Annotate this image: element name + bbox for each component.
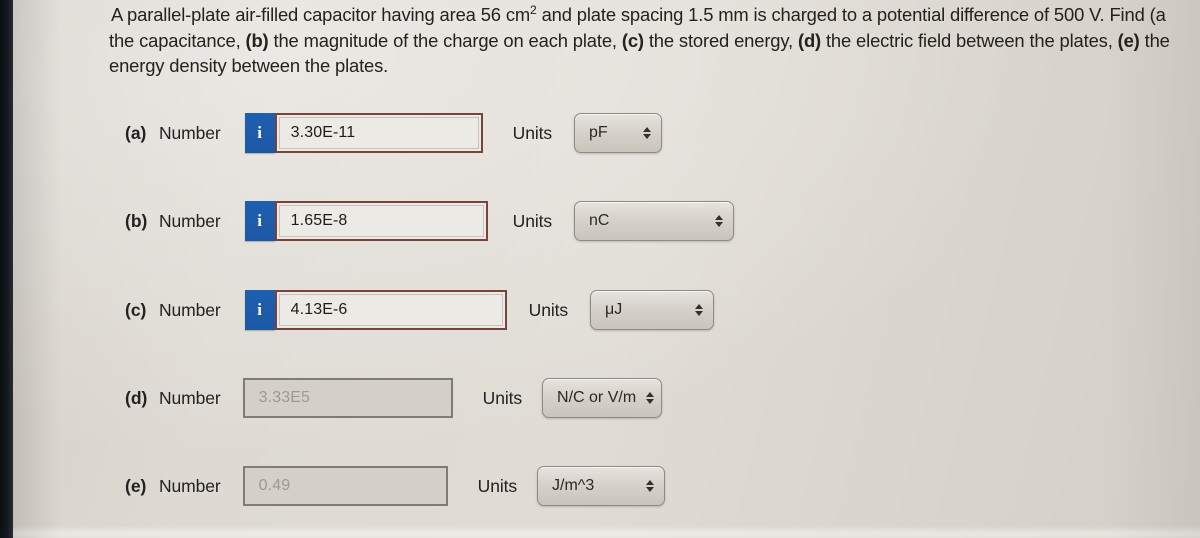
answer-row-e-units-value: J/m^3 (552, 477, 595, 494)
answer-row-c-number-label: Number (159, 299, 221, 320)
question-line-2-text-e: the (1139, 29, 1170, 51)
answer-row-d-units-label: Units (482, 387, 523, 408)
answer-row-c-units-select[interactable]: μJ (590, 290, 715, 330)
answer-row-c-units-value: μJ (605, 301, 623, 318)
answer-row-e-letter: (e) (125, 475, 147, 496)
answer-row-e-units-select[interactable]: J/m^3 (537, 466, 666, 506)
answer-row-d-units-value: N/C or V/m (557, 389, 637, 406)
answer-row-b-number-input[interactable]: 1.65E-8 (274, 201, 488, 241)
answer-row-d-number-label: Number (159, 387, 221, 408)
spinner-arrows-icon (715, 215, 724, 227)
answer-row-e-number-input[interactable]: 0.49 (242, 466, 448, 506)
question-line-2-text-a: the capacitance, (109, 29, 246, 51)
photograph-of-screen: A parallel-plate air-filled capacitor ha… (0, 0, 1200, 538)
question-line-2-text-c: the stored energy, (643, 29, 798, 51)
assignment-page: A parallel-plate air-filled capacitor ha… (13, 0, 1200, 538)
screen-bezel-left-edge (0, 0, 13, 538)
question-line-2-text-b: the magnitude of the charge on each plat… (268, 29, 622, 51)
answer-row-a-letter: (a) (125, 122, 147, 143)
answer-row-d: (d) Number 3.33E5 Units N/C or V/m (125, 375, 663, 421)
spinner-arrows-icon (646, 392, 655, 404)
question-line-1-text-a: A parallel-plate air-filled capacitor ha… (111, 4, 531, 25)
page-shading-overlay (13, 0, 1200, 538)
answer-row-c-units-label: Units (528, 299, 569, 320)
question-prompt: A parallel-plate air-filled capacitor ha… (109, 2, 1200, 79)
answer-row-b-number-label: Number (159, 210, 221, 231)
answer-row-c-number-input[interactable]: 4.13E-6 (274, 290, 507, 330)
answer-row-b-units-select[interactable]: nC (574, 201, 735, 241)
answer-row-c-letter: (c) (125, 299, 147, 320)
answer-row-e-number-label: Number (159, 475, 221, 496)
answer-row-a-units-select[interactable]: pF (574, 113, 663, 153)
question-line-1-text-b: and plate spacing 1.5 mm is charged to a… (536, 4, 1166, 25)
question-line-1: A parallel-plate air-filled capacitor ha… (111, 2, 1200, 28)
spinner-arrows-icon (643, 127, 652, 139)
answer-row-c: (c) Number i 4.13E-6 Units μJ (125, 287, 715, 333)
question-line-2-text-d: the electric field between the plates, (821, 29, 1118, 51)
question-line-3: energy density between the plates. (109, 55, 389, 76)
answer-row-a-number-label: Number (159, 122, 221, 143)
question-part-c-marker: (c) (621, 29, 644, 51)
answer-row-a-number-input[interactable]: 3.30E-11 (274, 113, 483, 153)
answer-row-e-units-label: Units (477, 475, 518, 496)
question-part-b-marker: (b) (245, 29, 269, 51)
answer-row-d-units-select[interactable]: N/C or V/m (542, 378, 663, 418)
question-part-d-marker: (d) (797, 29, 822, 51)
answer-row-b-units-value: nC (589, 212, 610, 229)
answer-row-a-units-value: pF (589, 124, 608, 141)
answer-row-e: (e) Number 0.49 Units J/m^3 (125, 463, 666, 509)
page-bottom-highlight-band (13, 526, 1200, 538)
question-part-e-marker: (e) (1117, 29, 1140, 51)
answer-row-b-units-label: Units (512, 210, 553, 231)
info-icon[interactable]: i (244, 113, 275, 153)
info-icon[interactable]: i (244, 201, 275, 241)
answer-row-a: (a) Number i 3.30E-11 Units pF (125, 110, 663, 156)
question-line-2: the capacitance, (b) the magnitude of th… (109, 28, 1200, 54)
spinner-arrows-icon (646, 480, 655, 492)
answer-row-d-letter: (d) (125, 387, 148, 408)
info-icon[interactable]: i (244, 290, 275, 330)
spinner-arrows-icon (695, 304, 704, 316)
answer-row-b: (b) Number i 1.65E-8 Units nC (125, 198, 735, 244)
answer-row-a-units-label: Units (512, 122, 553, 143)
answer-row-d-number-input[interactable]: 3.33E5 (242, 378, 453, 418)
question-area-exponent: 2 (530, 2, 537, 17)
answer-row-b-letter: (b) (125, 210, 148, 231)
